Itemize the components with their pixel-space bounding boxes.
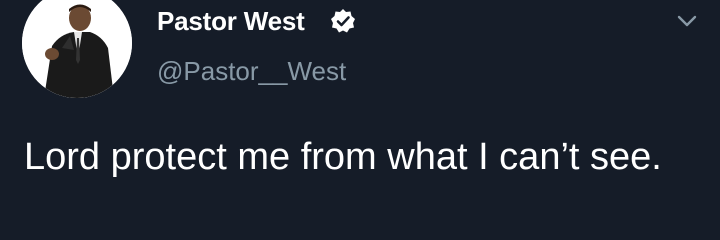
display-name[interactable]: Pastor West [157, 6, 305, 37]
verified-badge-icon [331, 9, 355, 33]
tweet-text: Lord protect me from what I can’t see. [24, 136, 662, 178]
chevron-down-icon[interactable] [674, 8, 700, 34]
user-handle[interactable]: @Pastor__West [157, 56, 346, 87]
tweet-card: Pastor West @Pastor__West Lord protect m… [0, 0, 720, 240]
avatar[interactable] [22, 0, 132, 98]
